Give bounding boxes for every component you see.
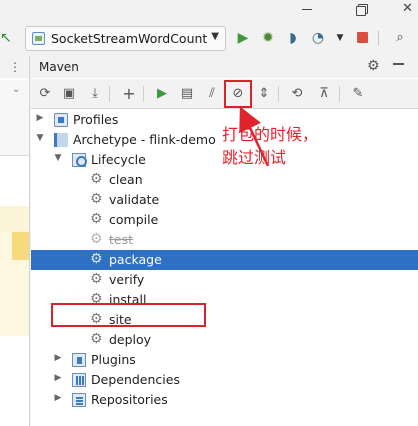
profiles-icon: [54, 113, 68, 127]
lifecycle-phase-clean[interactable]: ⚙ clean: [31, 170, 418, 190]
chevron-down-icon[interactable]: ▼: [35, 133, 45, 143]
download-icon[interactable]: ⤓: [85, 84, 105, 104]
minimize-icon[interactable]: [300, 2, 314, 16]
phase-label: clean: [109, 172, 143, 187]
execute-goal-icon[interactable]: ▤: [177, 84, 197, 104]
maven-project-icon: [54, 133, 68, 147]
dependencies-icon: [72, 373, 86, 387]
more-options-icon[interactable]: ⋮: [0, 56, 30, 78]
gear-icon: ⚙: [90, 231, 103, 247]
gear-icon: ⚙: [90, 271, 103, 287]
lifecycle-phase-compile[interactable]: ⚙ compile: [31, 210, 418, 230]
chevron-right-icon[interactable]: ▶: [53, 353, 63, 363]
editor-highlight: [12, 232, 30, 260]
run-config-label: SocketStreamWordCount: [51, 31, 208, 46]
phase-label: test: [109, 232, 134, 247]
tree-item-repositories[interactable]: ▶ Repositories: [31, 390, 418, 410]
run-toolbar: ↖ SocketStreamWordCount ▼ ▶ ✹ ◗ ◔ ▼ ⌕: [0, 24, 418, 54]
editor-gutter: ⌄: [0, 80, 30, 156]
maven-panel: Maven ⚙ ⟳ ▣ ⤓ + ▶ ▤ ⫽ ⊘ ⇕ ⟲ ⊼ ✎ ▶ Profil…: [31, 56, 418, 426]
gear-icon: ⚙: [90, 191, 103, 207]
panel-divider: [29, 56, 30, 426]
toolbar-divider: [339, 86, 340, 102]
coverage-icon[interactable]: ◗: [283, 28, 303, 48]
gear-icon: ⚙: [90, 211, 103, 227]
wrench-icon[interactable]: ✎: [348, 84, 368, 104]
toolbar-divider: [109, 86, 110, 102]
toolbar-divider: [378, 31, 379, 45]
chevron-down-icon[interactable]: ▼: [330, 28, 350, 48]
chevron-down-icon[interactable]: ▼: [53, 153, 63, 163]
run-config-icon: [32, 32, 45, 45]
collapse-all-icon[interactable]: ⊼: [314, 84, 334, 104]
build-arrow-icon[interactable]: ↖: [0, 28, 14, 48]
phase-label: verify: [109, 272, 145, 287]
phase-label: package: [109, 252, 162, 267]
gear-icon: ⚙: [90, 331, 103, 347]
run-icon[interactable]: ▶: [152, 84, 172, 104]
annotation-text: 打包的时候， 跳过测试: [222, 125, 319, 167]
window-titlebar: ✕: [0, 0, 418, 22]
package-highlight-box: [51, 303, 206, 327]
phase-label: validate: [109, 192, 160, 207]
collapse-icon[interactable]: ⇕: [254, 84, 274, 104]
toolbar-divider: [278, 86, 279, 102]
lifecycle-phase-package[interactable]: ⚙ package: [31, 250, 418, 270]
close-icon[interactable]: ✕: [402, 2, 416, 16]
tree-item-label: Repositories: [91, 392, 168, 407]
gear-icon: ⚙: [90, 251, 103, 267]
tree-item-plugins[interactable]: ▶ Plugins: [31, 350, 418, 370]
tree-item-label: Dependencies: [91, 372, 180, 387]
tree-item-dependencies[interactable]: ▶ Dependencies: [31, 370, 418, 390]
lifecycle-icon: [72, 153, 87, 167]
chevron-right-icon[interactable]: ▶: [35, 113, 45, 123]
generate-sources-icon[interactable]: ▣: [59, 84, 79, 104]
chevron-down-icon: ▼: [211, 31, 219, 42]
add-icon[interactable]: +: [119, 84, 139, 104]
phase-label: deploy: [109, 332, 152, 347]
gear-icon: ⚙: [90, 171, 103, 187]
chevron-right-icon[interactable]: ▶: [53, 393, 63, 403]
repositories-icon: [72, 393, 86, 407]
toggle-offline-icon[interactable]: ⫽: [202, 84, 222, 104]
chevron-right-icon[interactable]: ▶: [53, 373, 63, 383]
lifecycle-phase-test[interactable]: ⚙ test: [31, 230, 418, 250]
phase-label: compile: [109, 212, 159, 227]
tree-item-label: Plugins: [91, 352, 136, 367]
run-icon[interactable]: ▶: [233, 28, 253, 48]
debug-icon[interactable]: ✹: [258, 28, 278, 48]
run-configuration-select[interactable]: SocketStreamWordCount ▼: [25, 26, 226, 51]
reload-icon[interactable]: ⟳: [35, 84, 55, 104]
plugins-icon: [72, 353, 86, 367]
tree-item-label: Archetype - flink-demo: [73, 132, 216, 147]
search-icon[interactable]: ⌕: [390, 28, 410, 48]
profiler-icon[interactable]: ◔: [308, 28, 328, 48]
skip-tests-highlight-box: [224, 80, 252, 108]
tree-item-label: Lifecycle: [91, 152, 146, 167]
settings-icon[interactable]: ⚙: [367, 58, 380, 74]
lifecycle-phase-verify[interactable]: ⚙ verify: [31, 270, 418, 290]
lifecycle-phase-validate[interactable]: ⚙ validate: [31, 190, 418, 210]
maven-toolbar: ⟳ ▣ ⤓ + ▶ ▤ ⫽ ⊘ ⇕ ⟲ ⊼ ✎: [31, 79, 418, 109]
editor-fragment: ⋮ ⌄: [0, 56, 30, 426]
restore-icon[interactable]: [355, 2, 369, 16]
toolbar-divider: [143, 86, 144, 102]
tree-item-label: Profiles: [73, 112, 119, 127]
stop-icon[interactable]: [353, 28, 373, 48]
show-dependencies-icon[interactable]: ⟲: [287, 84, 307, 104]
lifecycle-phase-deploy[interactable]: ⚙ deploy: [31, 330, 418, 350]
chevron-down-icon: ⌄: [12, 84, 21, 95]
hide-panel-icon[interactable]: [393, 63, 404, 65]
maven-panel-header: Maven ⚙: [31, 56, 418, 78]
panel-title: Maven: [39, 60, 79, 74]
